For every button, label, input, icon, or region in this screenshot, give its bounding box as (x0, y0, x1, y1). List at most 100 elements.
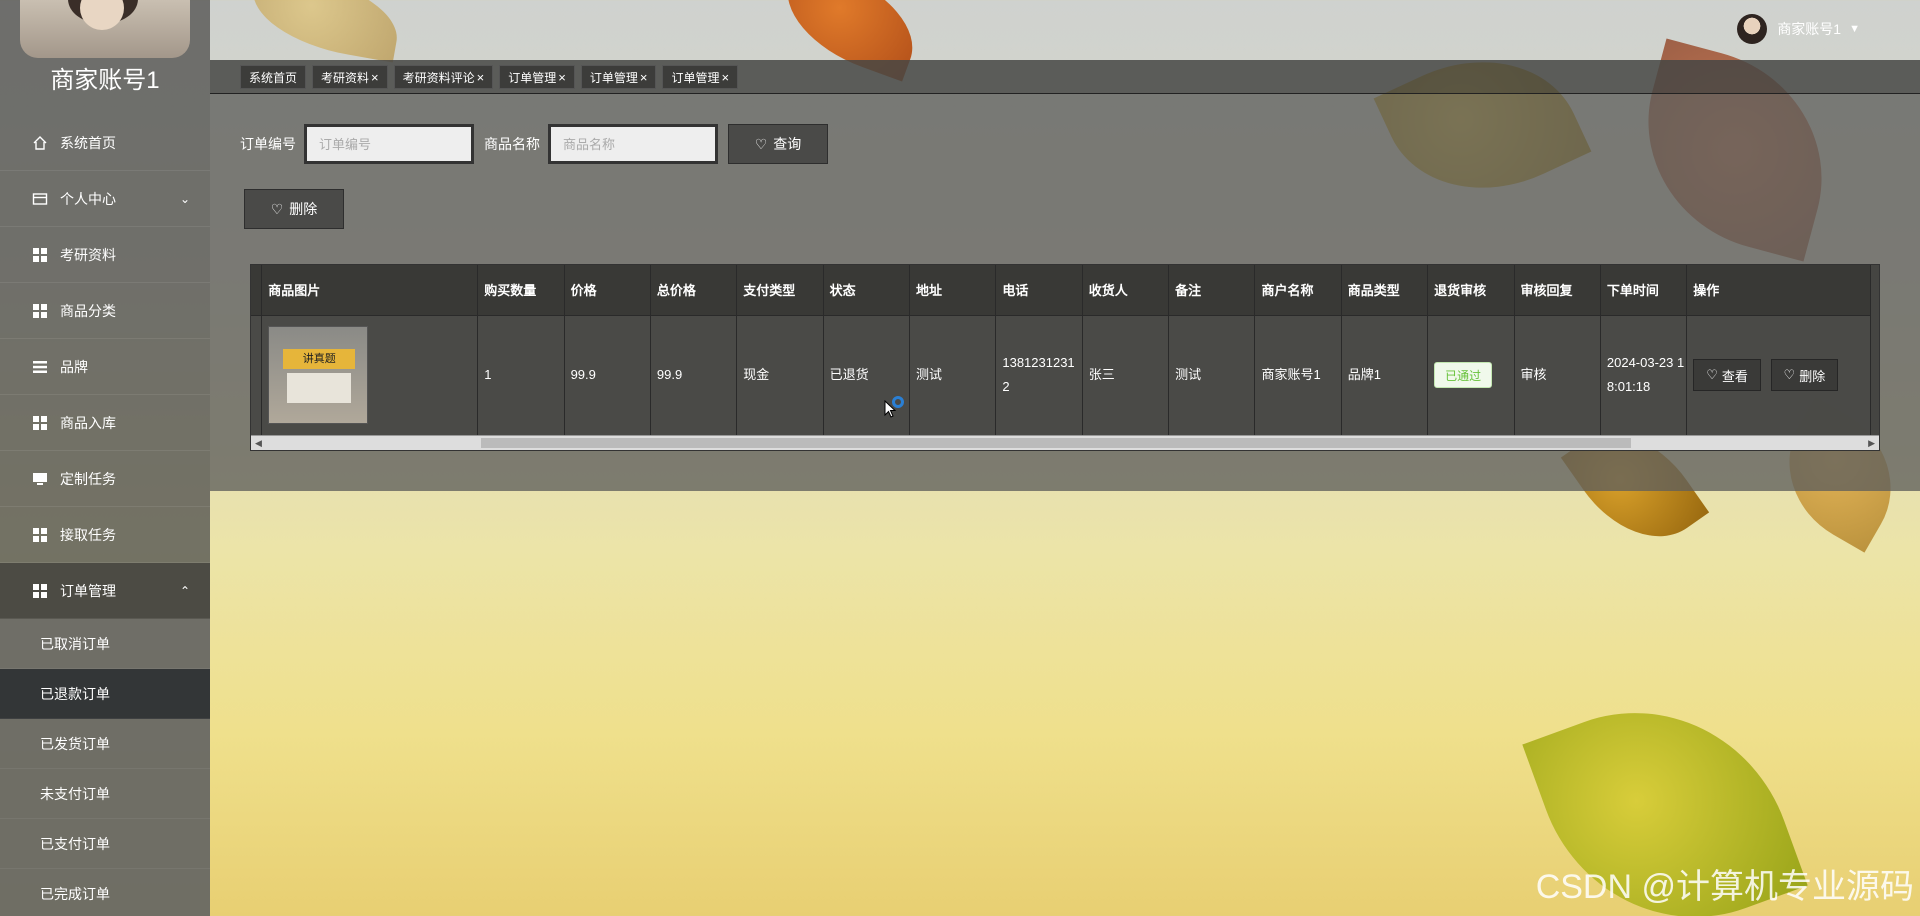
tab-list: 系统首页 考研资料 × 考研资料评论 × 订单管理 × 订单管理 × 订单管理 … (240, 65, 739, 89)
column-header: 商户名称 (1254, 265, 1342, 316)
tabs-bar: 系统首页 考研资料 × 考研资料评论 × 订单管理 × 订单管理 × 订单管理 … (210, 60, 1920, 94)
close-icon[interactable]: × (721, 70, 729, 85)
product-image-label: 讲真题 (283, 349, 356, 370)
close-icon[interactable]: × (640, 70, 648, 85)
submenu-item-unpaid[interactable]: 未支付订单 (0, 769, 210, 819)
row-delete-button[interactable]: ♡ 删除 (1770, 359, 1839, 392)
sidebar-item-label: 商品分类 (60, 302, 116, 319)
tab-home[interactable]: 系统首页 (240, 65, 307, 89)
submenu-item-shipped[interactable]: 已发货订单 (0, 719, 210, 769)
tab-label: 订单管理 (589, 70, 638, 85)
order-no-input[interactable] (304, 124, 474, 164)
heart-icon: ♡ (270, 200, 284, 217)
sidebar-title: 商家账号1 (50, 67, 160, 94)
list-icon (32, 359, 48, 375)
submenu-item-completed[interactable]: 已完成订单 (0, 869, 210, 916)
total-price-cell: 99.9 (650, 315, 738, 435)
address-cell: 测试 (909, 315, 997, 435)
submenu-item-refunded[interactable]: 已退款订单 (0, 669, 210, 719)
sidebar: 商家账号1 系统首页 个人中心 ⌄ 考研资料 商品分类 品牌 商品入库 定制任务… (0, 0, 210, 916)
scroll-left-icon[interactable]: ◀ (255, 436, 262, 451)
orders-table: 商品图片 购买数量 价格 总价格 支付类型 状态 地址 电话 收货人 备注 商户… (251, 265, 1871, 435)
sidebar-item-label: 订单管理 (60, 582, 116, 599)
sidebar-item-brand[interactable]: 品牌 (0, 339, 210, 395)
column-header: 备注 (1168, 265, 1256, 316)
grid-icon (32, 583, 48, 599)
sidebar-item-stock-in[interactable]: 商品入库 (0, 395, 210, 451)
order-no-label: 订单编号 (240, 136, 296, 152)
row-delete-button-label: 删除 (1799, 368, 1826, 384)
column-header: 价格 (564, 265, 651, 316)
product-name-input[interactable] (548, 124, 718, 164)
sidebar-item-study-materials[interactable]: 考研资料 (0, 227, 210, 283)
top-bar: 商家账号1 ▼ (210, 0, 1920, 60)
column-header: 购买数量 (477, 265, 565, 316)
sidebar-item-home[interactable]: 系统首页 (0, 115, 210, 171)
merchant-avatar (20, 0, 190, 58)
quantity-cell: 1 (477, 315, 565, 435)
heart-icon: ♡ (1783, 367, 1796, 383)
product-type-cell: 品牌1 (1341, 315, 1429, 435)
table-row[interactable]: 讲真题 1 99.9 99.9 现金 已退货 测试 13812312312 张三… (251, 315, 1871, 435)
user-avatar (1737, 14, 1768, 44)
sidebar-item-label: 考研资料 (60, 246, 116, 263)
close-icon[interactable]: × (371, 70, 379, 85)
heart-icon: ♡ (754, 135, 768, 152)
sidebar-menu: 系统首页 个人中心 ⌄ 考研资料 商品分类 品牌 商品入库 定制任务 接取任务 … (0, 115, 210, 916)
view-button[interactable]: ♡ 查看 (1693, 359, 1761, 392)
price-cell: 99.9 (564, 315, 651, 435)
column-header: 总价格 (650, 265, 738, 316)
sidebar-item-profile[interactable]: 个人中心 ⌄ (0, 171, 210, 227)
column-header: 退货审核 (1427, 265, 1515, 316)
merchant-cell: 商家账号1 (1254, 315, 1342, 435)
product-image[interactable]: 讲真题 (268, 326, 369, 425)
view-button-label: 查看 (1721, 368, 1748, 384)
sidebar-item-label: 商品入库 (60, 414, 116, 431)
column-header: 操作 (1686, 265, 1871, 316)
sidebar-item-label: 个人中心 (60, 190, 116, 207)
return-review-cell: 已通过 (1427, 315, 1515, 435)
tab-order-management-1[interactable]: 订单管理 × (499, 65, 575, 89)
pay-type-cell: 现金 (736, 315, 824, 435)
home-icon (32, 135, 48, 151)
sidebar-item-accept-tasks[interactable]: 接取任务 (0, 507, 210, 563)
submenu-item-cancelled[interactable]: 已取消订单 (0, 619, 210, 669)
user-menu[interactable]: 商家账号1 ▼ (1737, 14, 1860, 44)
tab-label: 订单管理 (671, 70, 720, 85)
grid-icon (32, 415, 48, 431)
chevron-up-icon: ⌃ (179, 583, 190, 598)
checkbox-cell[interactable] (251, 315, 263, 435)
sidebar-item-categories[interactable]: 商品分类 (0, 283, 210, 339)
mouse-cursor-icon (884, 400, 896, 418)
tab-study-materials-comments[interactable]: 考研资料评论 × (393, 65, 494, 89)
close-icon[interactable]: × (558, 70, 566, 85)
heart-icon: ♡ (1706, 367, 1718, 383)
product-image-cell: 讲真题 (261, 315, 479, 435)
grid-icon (32, 527, 48, 543)
submenu-item-paid[interactable]: 已支付订单 (0, 819, 210, 869)
sidebar-item-order-management[interactable]: 订单管理 ⌃ (0, 563, 210, 619)
tab-order-management-3[interactable]: 订单管理 × (662, 65, 739, 89)
scroll-right-icon[interactable]: ▶ (1868, 436, 1875, 451)
column-header: 商品图片 (261, 265, 479, 316)
remark-cell: 测试 (1168, 315, 1256, 435)
sidebar-item-label: 定制任务 (60, 470, 116, 487)
delete-button-label: 删除 (289, 201, 318, 217)
batch-delete-button[interactable]: ♡ 删除 (244, 189, 344, 229)
table-header-row: 商品图片 购买数量 价格 总价格 支付类型 状态 地址 电话 收货人 备注 商户… (251, 265, 1871, 316)
status-badge: 已通过 (1434, 362, 1493, 389)
horizontal-scrollbar[interactable]: ◀ ▶ (251, 435, 1879, 450)
tab-order-management-2[interactable]: 订单管理 × (580, 65, 657, 89)
tab-study-materials[interactable]: 考研资料 × (312, 65, 388, 89)
scrollbar-thumb[interactable] (481, 438, 1631, 448)
watermark: CSDN @计算机专业源码 (1535, 868, 1914, 906)
close-icon[interactable]: × (477, 70, 485, 85)
tab-label: 考研资料 (321, 70, 370, 85)
sidebar-item-custom-tasks[interactable]: 定制任务 (0, 451, 210, 507)
column-header: 状态 (823, 265, 911, 316)
tab-label: 订单管理 (508, 70, 557, 85)
phone-cell: 13812312312 (995, 315, 1083, 435)
tab-label: 系统首页 (249, 70, 298, 85)
query-button[interactable]: ♡ 查询 (728, 124, 828, 164)
column-header: 审核回复 (1514, 265, 1601, 316)
